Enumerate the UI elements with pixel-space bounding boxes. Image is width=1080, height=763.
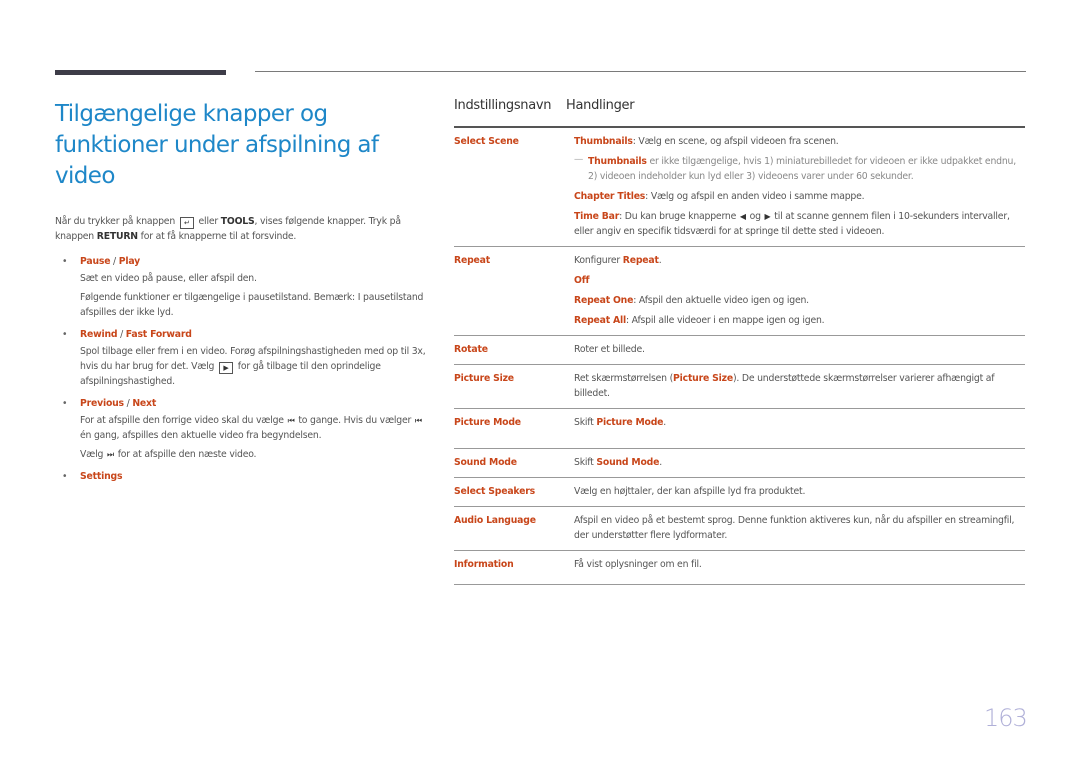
tools-icon: ↵: [179, 217, 194, 229]
header-accent-bar: [55, 70, 226, 75]
bullet-icon: •: [62, 329, 68, 340]
table-row-picture-mode: Picture Mode Skift Picture Mode.: [454, 409, 1025, 449]
settings-table: Indstillingsnavn Handlinger Select Scene…: [454, 98, 1025, 585]
previous-icon: ⏮: [414, 416, 422, 425]
table-row-information: Information Få vist oplysninger om en fi…: [454, 551, 1025, 585]
table-row-repeat: Repeat Konfigurer Repeat. Off Repeat One…: [454, 247, 1025, 336]
header-rule: [255, 71, 1026, 72]
table-row-picture-size: Picture Size Ret skærmstørrelsen (Pictur…: [454, 365, 1025, 409]
list-item-previous-next: • Previous / Next For at afspille den fo…: [62, 398, 422, 460]
table-row-rotate: Rotate Roter et billede.: [454, 336, 1025, 365]
button-list: • Pause / Play Sæt en video på pause, el…: [55, 254, 430, 484]
table-row-select-scene: Select Scene Thumbnails: Vælg en scene, …: [454, 128, 1025, 247]
list-item-settings: • Settings: [62, 471, 123, 482]
bullet-icon: •: [62, 471, 68, 482]
note-dash-icon: —: [574, 154, 584, 165]
play-icon: ▶: [219, 362, 234, 374]
table-row-sound-mode: Sound Mode Skift Sound Mode.: [454, 449, 1025, 478]
bullet-icon: •: [62, 256, 68, 267]
column-header-name: Indstillingsnavn: [454, 98, 552, 113]
table-row-select-speakers: Select Speakers Vælg en højttaler, der k…: [454, 478, 1025, 507]
right-arrow-icon: ▶: [764, 212, 771, 221]
list-item-pause-play: • Pause / Play Sæt en video på pause, el…: [62, 256, 424, 318]
table-header: Indstillingsnavn Handlinger: [454, 98, 1025, 128]
page-number: 163: [984, 704, 1028, 732]
table-row-audio-language: Audio Language Afspil en video på et bes…: [454, 507, 1025, 551]
bullet-icon: •: [62, 398, 68, 409]
page-title: Tilgængelige knapper og funktioner under…: [55, 101, 379, 189]
list-item-rewind-ff: • Rewind / Fast Forward Spol tilbage ell…: [62, 329, 426, 387]
intro-section: Når du trykker på knappen ↵ eller TOOLS,…: [55, 214, 430, 491]
left-arrow-icon: ◀: [739, 212, 746, 221]
next-icon: ⏭: [106, 450, 114, 459]
previous-icon: ⏮: [287, 416, 295, 425]
column-header-actions: Handlinger: [566, 98, 635, 113]
note: — Thumbnails er ikke tilgængelige, hvis 1…: [574, 154, 1016, 182]
intro-text: Når du trykker på knappen ↵ eller TOOLS,…: [55, 216, 401, 242]
